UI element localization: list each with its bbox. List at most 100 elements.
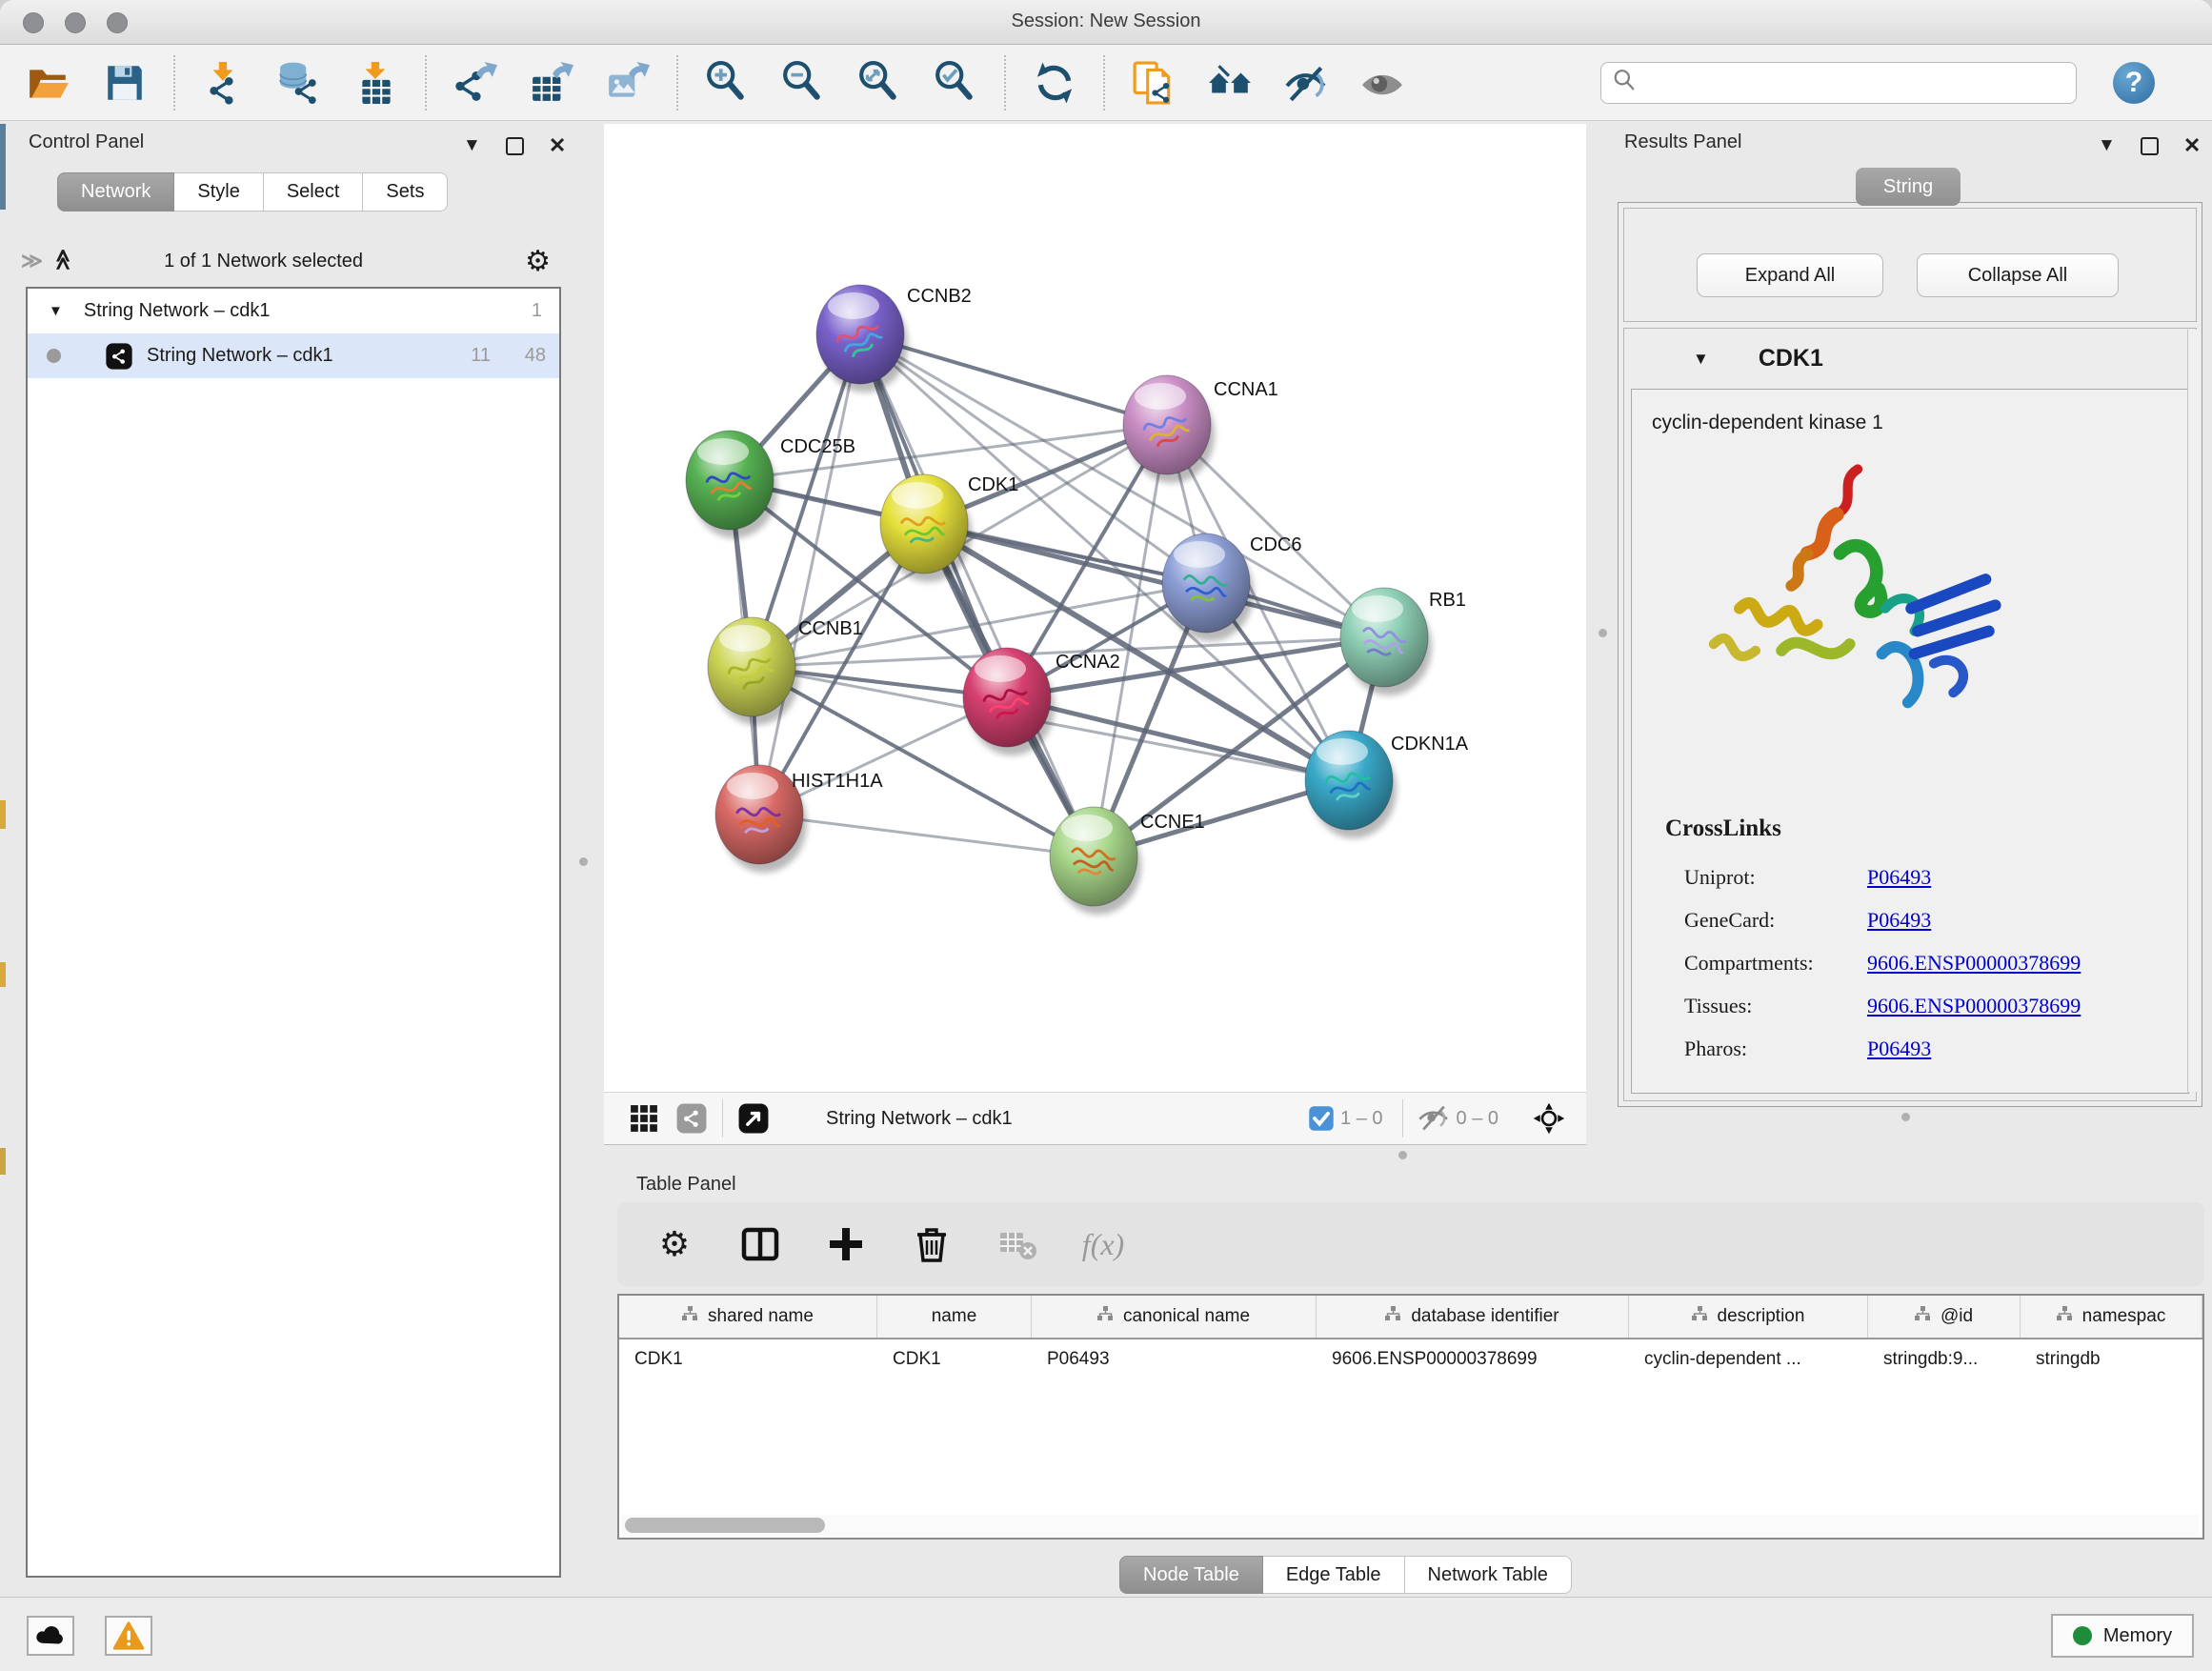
section-collapse-arrow-icon[interactable]: ▼ xyxy=(1693,350,1709,369)
trash-icon[interactable] xyxy=(911,1223,953,1265)
tab-select[interactable]: Select xyxy=(264,172,364,211)
open-session-icon[interactable] xyxy=(25,59,72,107)
tab-network[interactable]: Network xyxy=(57,172,174,211)
titlebar[interactable]: Session: New Session xyxy=(0,0,2212,45)
column-header-name[interactable]: name xyxy=(877,1296,1032,1338)
network-collection-row[interactable]: ▼ String Network – cdk1 1 xyxy=(28,289,559,333)
zoom-fit-content-icon[interactable] xyxy=(855,59,903,107)
show-all-icon[interactable] xyxy=(1358,59,1406,107)
crosslink-link[interactable]: 9606.ENSP00000378699 xyxy=(1867,951,2081,976)
memory-button[interactable]: Memory xyxy=(2051,1614,2194,1658)
clear-table-icon[interactable] xyxy=(996,1223,1038,1265)
node-CCNA2[interactable]: CCNA2 xyxy=(963,648,1120,755)
help-button[interactable]: ? xyxy=(2113,62,2155,104)
zoom-out-icon[interactable] xyxy=(779,59,827,107)
import-network-from-file-icon[interactable] xyxy=(200,59,248,107)
node-CCNE1[interactable]: CCNE1 xyxy=(1050,807,1205,915)
first-neighbors-icon[interactable] xyxy=(1206,59,1254,107)
export-network-icon[interactable] xyxy=(452,59,499,107)
search-input[interactable] xyxy=(1636,71,2049,94)
float-panel-icon[interactable]: ▼ xyxy=(2098,135,2116,156)
column-header-canonical-name[interactable]: canonical name xyxy=(1032,1296,1317,1338)
results-scrollbar[interactable] xyxy=(2187,330,2200,1092)
splitter-handle[interactable] xyxy=(1901,1113,1910,1121)
add-icon[interactable] xyxy=(825,1223,867,1265)
table-horizontal-scrollbar[interactable] xyxy=(621,1515,2199,1536)
table-cell[interactable]: cyclin-dependent ... xyxy=(1629,1339,1868,1379)
table-cell[interactable]: CDK1 xyxy=(619,1339,877,1379)
column-header-description[interactable]: description xyxy=(1629,1296,1868,1338)
network-overview-icon[interactable] xyxy=(674,1101,709,1136)
crosslink-link[interactable]: P06493 xyxy=(1867,865,1931,890)
fit-selected-crosshair-icon[interactable] xyxy=(1529,1098,1569,1138)
warnings-button[interactable] xyxy=(105,1616,152,1656)
selected-checkbox-icon[interactable] xyxy=(1308,1105,1335,1132)
node-CDC6[interactable]: CDC6 xyxy=(1162,534,1301,641)
network-collection-label: String Network – cdk1 xyxy=(84,300,271,322)
table-cell[interactable]: stringdb:9... xyxy=(1868,1339,2021,1379)
close-panel-icon[interactable]: ✕ xyxy=(2183,133,2201,158)
edge-CCNB2-CCNE1[interactable] xyxy=(860,334,1094,856)
table-row[interactable]: CDK1CDK1P064939606.ENSP00000378699cyclin… xyxy=(619,1339,2202,1379)
table-cell[interactable]: CDK1 xyxy=(877,1339,1032,1379)
save-session-icon[interactable] xyxy=(101,59,149,107)
column-header-namespac[interactable]: namespac xyxy=(2021,1296,2202,1338)
tab-sets[interactable]: Sets xyxy=(363,172,448,211)
node-CDKN1A[interactable]: CDKN1A xyxy=(1305,731,1469,838)
column-header-@id[interactable]: @id xyxy=(1868,1296,2021,1338)
crosslink-link[interactable]: P06493 xyxy=(1867,1037,1931,1061)
tab-string[interactable]: String xyxy=(1856,168,1961,206)
birds-eye-view-icon[interactable] xyxy=(736,1101,771,1136)
collapse-all-networks-icon[interactable]: ≫ xyxy=(50,252,75,271)
import-network-from-database-icon[interactable] xyxy=(276,59,324,107)
export-image-icon[interactable] xyxy=(604,59,652,107)
refresh-layout-icon[interactable] xyxy=(1031,59,1078,107)
column-header-shared-name[interactable]: shared name xyxy=(619,1296,877,1338)
hidden-items-icon[interactable] xyxy=(1417,1101,1451,1136)
zoom-selected-icon[interactable] xyxy=(932,59,979,107)
node-CCNA1[interactable]: CCNA1 xyxy=(1123,375,1278,483)
edge-CCNB2-HIST1H1A[interactable] xyxy=(759,334,860,815)
node-RB1[interactable]: RB1 xyxy=(1340,588,1466,695)
node-HIST1H1A[interactable]: HIST1H1A xyxy=(715,765,883,873)
grid-view-icon[interactable] xyxy=(627,1101,661,1136)
network-canvas[interactable]: CCNB2CCNA1CDC25BCDK1CDC6RB1CCNB1CCNA2CDK… xyxy=(604,124,1586,1092)
table-cell[interactable]: 9606.ENSP00000378699 xyxy=(1317,1339,1629,1379)
edge-CDK1-RB1[interactable] xyxy=(924,524,1384,637)
expand-all-networks-icon[interactable]: ≫ xyxy=(21,249,40,273)
network-row[interactable]: String Network – cdk1 11 48 xyxy=(28,333,559,378)
tab-edge-table[interactable]: Edge Table xyxy=(1263,1556,1405,1594)
splitter-handle[interactable] xyxy=(1599,629,1607,637)
splitter-handle[interactable] xyxy=(579,857,588,866)
float-panel-icon[interactable]: ▼ xyxy=(463,135,481,156)
crosslink-link[interactable]: P06493 xyxy=(1867,908,1931,933)
maximize-panel-icon[interactable] xyxy=(506,137,524,155)
tab-network-table[interactable]: Network Table xyxy=(1405,1556,1572,1594)
network-options-gear-icon[interactable]: ⚙ xyxy=(525,245,551,278)
close-panel-icon[interactable]: ✕ xyxy=(549,133,566,158)
columns-icon[interactable] xyxy=(739,1223,781,1265)
search-box[interactable] xyxy=(1600,62,2077,104)
collapse-arrow-icon[interactable]: ▼ xyxy=(49,303,63,319)
column-header-database-identifier[interactable]: database identifier xyxy=(1317,1296,1629,1338)
hide-selected-icon[interactable] xyxy=(1282,59,1330,107)
import-table-from-file-icon[interactable] xyxy=(352,59,400,107)
fx-icon[interactable]: f(x) xyxy=(1082,1223,1124,1265)
scrollbar-thumb[interactable] xyxy=(625,1518,825,1533)
table-cell[interactable]: P06493 xyxy=(1032,1339,1317,1379)
tab-node-table[interactable]: Node Table xyxy=(1119,1556,1263,1594)
crosslink-link[interactable]: 9606.ENSP00000378699 xyxy=(1867,994,2081,1018)
expand-all-button[interactable]: Expand All xyxy=(1697,253,1883,297)
new-network-from-selection-icon[interactable] xyxy=(1130,59,1177,107)
table-cell[interactable]: stringdb xyxy=(2021,1339,2202,1379)
zoom-in-icon[interactable] xyxy=(703,59,751,107)
cloud-status-button[interactable] xyxy=(27,1616,74,1656)
maximize-panel-icon[interactable] xyxy=(2141,137,2159,155)
node-CCNB2[interactable]: CCNB2 xyxy=(816,285,972,393)
collapse-all-button[interactable]: Collapse All xyxy=(1917,253,2119,297)
edge-HIST1H1A-CCNE1[interactable] xyxy=(759,815,1094,856)
export-table-icon[interactable] xyxy=(528,59,575,107)
gear-icon[interactable]: ⚙ xyxy=(654,1223,695,1265)
splitter-handle[interactable] xyxy=(1398,1151,1407,1159)
tab-style[interactable]: Style xyxy=(174,172,263,211)
